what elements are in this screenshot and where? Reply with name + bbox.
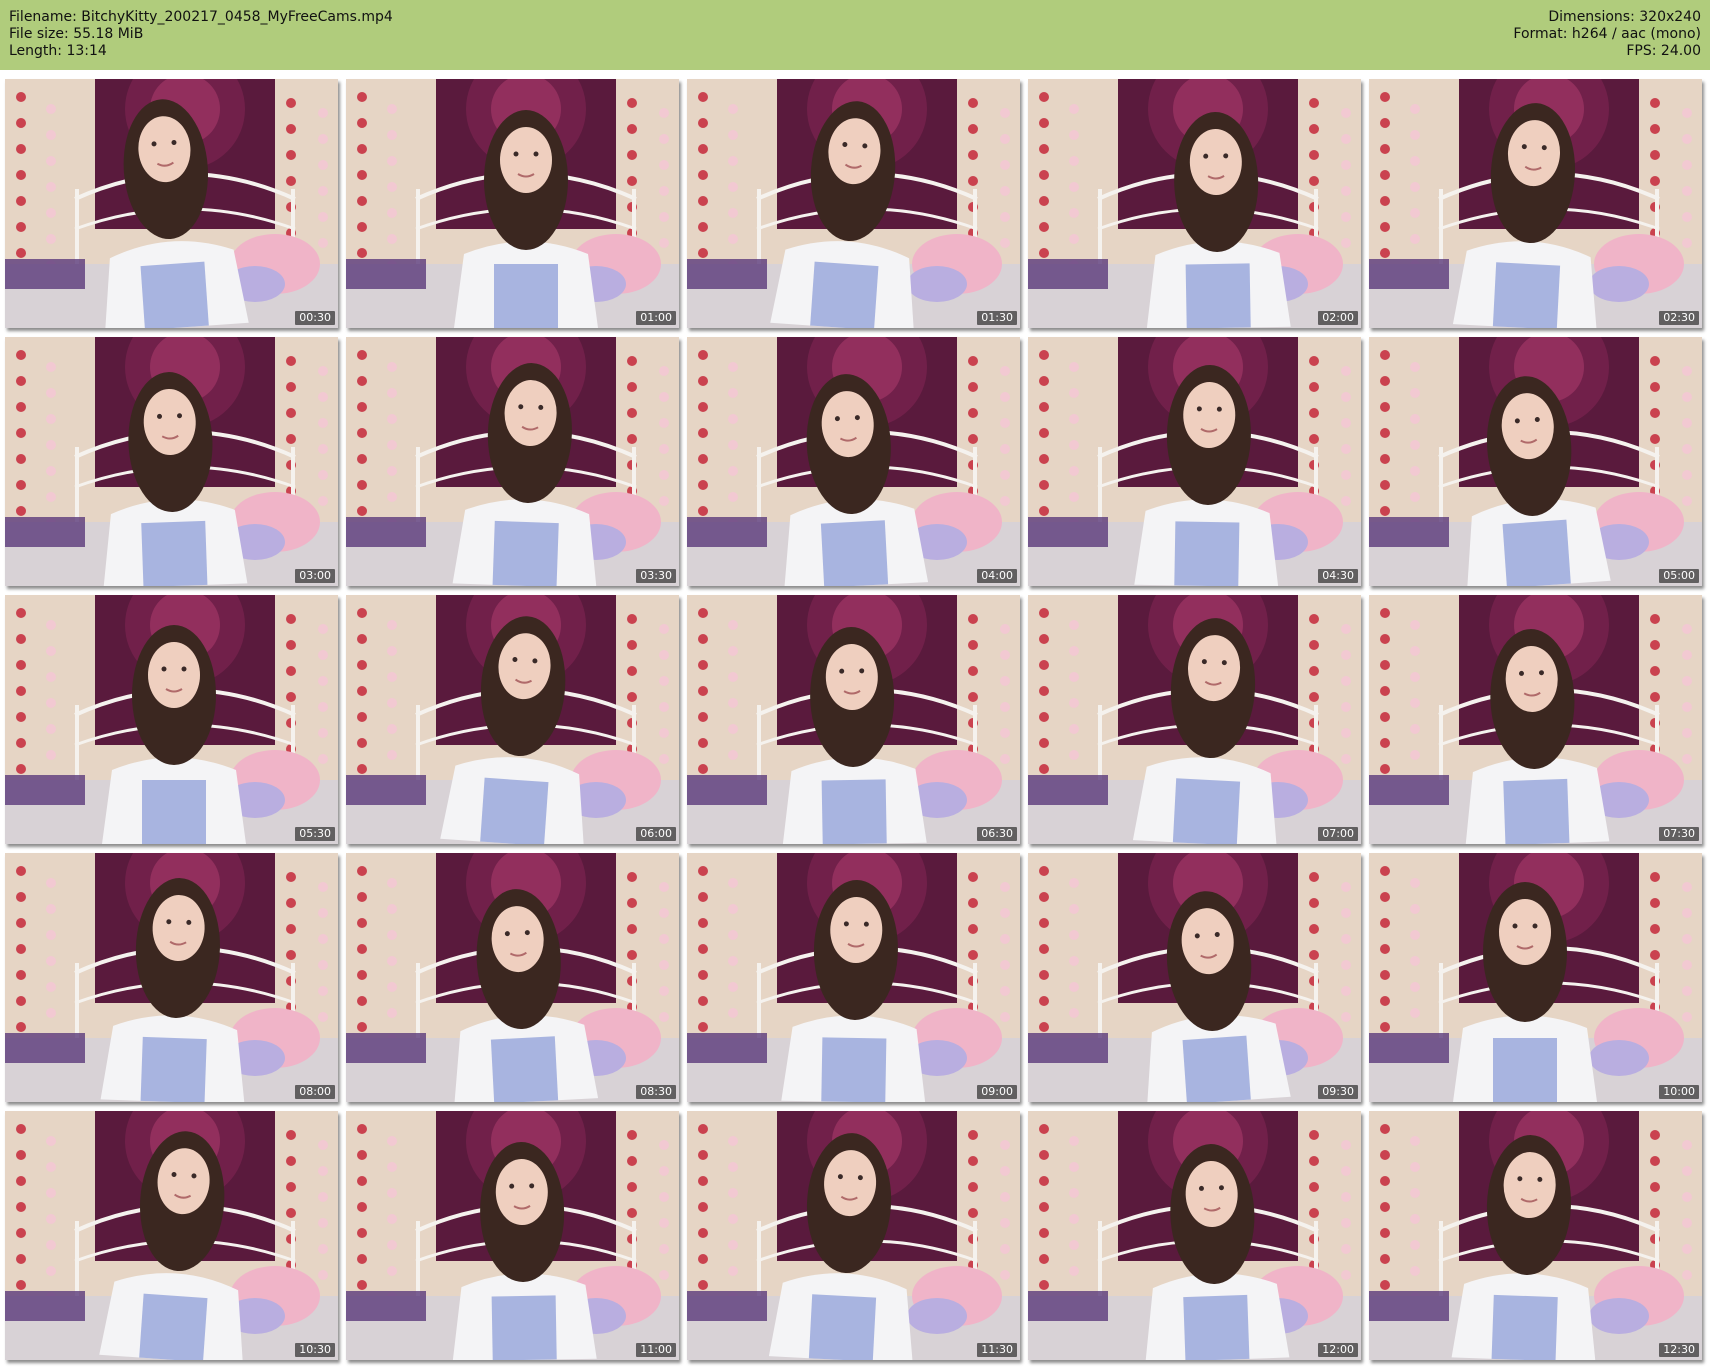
thumbnail-frame-image bbox=[1369, 595, 1702, 844]
thumbnail-timestamp: 09:00 bbox=[977, 1085, 1017, 1099]
thumbnail-frame-image bbox=[1028, 853, 1361, 1102]
thumbnail-timestamp: 06:00 bbox=[636, 827, 676, 841]
file-metadata: Filename: BitchyKitty_200217_0458_MyFree… bbox=[9, 9, 393, 60]
thumbnail-timestamp: 08:30 bbox=[636, 1085, 676, 1099]
thumbnail-frame-image bbox=[1028, 1111, 1361, 1360]
thumbnail-frame-image bbox=[346, 1111, 679, 1360]
video-thumbnail: 04:00 bbox=[687, 337, 1020, 586]
thumbnail-timestamp: 07:00 bbox=[1318, 827, 1358, 841]
video-thumbnail: 09:00 bbox=[687, 853, 1020, 1102]
thumbnail-timestamp: 12:30 bbox=[1659, 1343, 1699, 1357]
thumbnail-frame-image bbox=[5, 337, 338, 586]
thumbnail-timestamp: 11:00 bbox=[636, 1343, 676, 1357]
thumbnail-frame-image bbox=[1028, 337, 1361, 586]
thumbnail-frame-image bbox=[1028, 79, 1361, 328]
video-thumbnail: 09:30 bbox=[1028, 853, 1361, 1102]
filename-label: Filename: BitchyKitty_200217_0458_MyFree… bbox=[9, 9, 393, 25]
thumbnail-timestamp: 05:30 bbox=[295, 827, 335, 841]
thumbnail-frame-image bbox=[346, 337, 679, 586]
thumbnail-frame-image bbox=[1369, 79, 1702, 328]
thumbnail-timestamp: 04:00 bbox=[977, 569, 1017, 583]
video-thumbnail: 01:00 bbox=[346, 79, 679, 328]
thumbnail-frame-image bbox=[1369, 337, 1702, 586]
video-thumbnail: 04:30 bbox=[1028, 337, 1361, 586]
video-thumbnail: 12:00 bbox=[1028, 1111, 1361, 1360]
thumbnail-grid: 00:30 01:00 01:30 02:00 02:30 03:00 03:3… bbox=[0, 70, 1710, 1370]
contact-sheet-header: Filename: BitchyKitty_200217_0458_MyFree… bbox=[0, 0, 1710, 70]
thumbnail-timestamp: 12:00 bbox=[1318, 1343, 1358, 1357]
thumbnail-frame-image bbox=[346, 79, 679, 328]
video-thumbnail: 01:30 bbox=[687, 79, 1020, 328]
thumbnail-timestamp: 11:30 bbox=[977, 1343, 1017, 1357]
thumbnail-frame-image bbox=[687, 79, 1020, 328]
video-thumbnail: 02:00 bbox=[1028, 79, 1361, 328]
thumbnail-timestamp: 10:00 bbox=[1659, 1085, 1699, 1099]
thumbnail-frame-image bbox=[5, 1111, 338, 1360]
dimensions-label: Dimensions: 320x240 bbox=[1548, 9, 1701, 25]
thumbnail-timestamp: 02:30 bbox=[1659, 311, 1699, 325]
video-thumbnail: 08:30 bbox=[346, 853, 679, 1102]
thumbnail-timestamp: 03:30 bbox=[636, 569, 676, 583]
thumbnail-timestamp: 08:00 bbox=[295, 1085, 335, 1099]
video-thumbnail: 11:30 bbox=[687, 1111, 1020, 1360]
thumbnail-timestamp: 01:30 bbox=[977, 311, 1017, 325]
fps-label: FPS: 24.00 bbox=[1626, 43, 1701, 59]
video-thumbnail: 00:30 bbox=[5, 79, 338, 328]
thumbnail-frame-image bbox=[5, 595, 338, 844]
length-label: Length: 13:14 bbox=[9, 43, 107, 59]
video-thumbnail: 10:30 bbox=[5, 1111, 338, 1360]
video-thumbnail: 05:30 bbox=[5, 595, 338, 844]
video-thumbnail: 07:30 bbox=[1369, 595, 1702, 844]
thumbnail-timestamp: 04:30 bbox=[1318, 569, 1358, 583]
thumbnail-frame-image bbox=[1028, 595, 1361, 844]
video-thumbnail: 06:00 bbox=[346, 595, 679, 844]
video-thumbnail: 03:00 bbox=[5, 337, 338, 586]
thumbnail-timestamp: 02:00 bbox=[1318, 311, 1358, 325]
video-thumbnail: 06:30 bbox=[687, 595, 1020, 844]
thumbnail-timestamp: 01:00 bbox=[636, 311, 676, 325]
thumbnail-timestamp: 03:00 bbox=[295, 569, 335, 583]
thumbnail-frame-image bbox=[346, 595, 679, 844]
thumbnail-frame-image bbox=[5, 853, 338, 1102]
thumbnail-timestamp: 07:30 bbox=[1659, 827, 1699, 841]
video-thumbnail: 08:00 bbox=[5, 853, 338, 1102]
thumbnail-frame-image bbox=[687, 1111, 1020, 1360]
video-thumbnail: 11:00 bbox=[346, 1111, 679, 1360]
video-thumbnail: 02:30 bbox=[1369, 79, 1702, 328]
thumbnail-frame-image bbox=[687, 853, 1020, 1102]
video-thumbnail: 05:00 bbox=[1369, 337, 1702, 586]
thumbnail-timestamp: 06:30 bbox=[977, 827, 1017, 841]
thumbnail-frame-image bbox=[5, 79, 338, 328]
video-thumbnail: 07:00 bbox=[1028, 595, 1361, 844]
video-thumbnail: 03:30 bbox=[346, 337, 679, 586]
thumbnail-timestamp: 10:30 bbox=[295, 1343, 335, 1357]
video-thumbnail: 10:00 bbox=[1369, 853, 1702, 1102]
thumbnail-timestamp: 05:00 bbox=[1659, 569, 1699, 583]
thumbnail-frame-image bbox=[346, 853, 679, 1102]
thumbnail-frame-image bbox=[1369, 853, 1702, 1102]
format-label: Format: h264 / aac (mono) bbox=[1513, 26, 1701, 42]
thumbnail-frame-image bbox=[1369, 1111, 1702, 1360]
file-size-label: File size: 55.18 MiB bbox=[9, 26, 144, 42]
thumbnail-timestamp: 09:30 bbox=[1318, 1085, 1358, 1099]
video-thumbnail: 12:30 bbox=[1369, 1111, 1702, 1360]
thumbnail-frame-image bbox=[687, 337, 1020, 586]
video-metadata: Dimensions: 320x240 Format: h264 / aac (… bbox=[1513, 9, 1701, 60]
thumbnail-frame-image bbox=[687, 595, 1020, 844]
thumbnail-timestamp: 00:30 bbox=[295, 311, 335, 325]
